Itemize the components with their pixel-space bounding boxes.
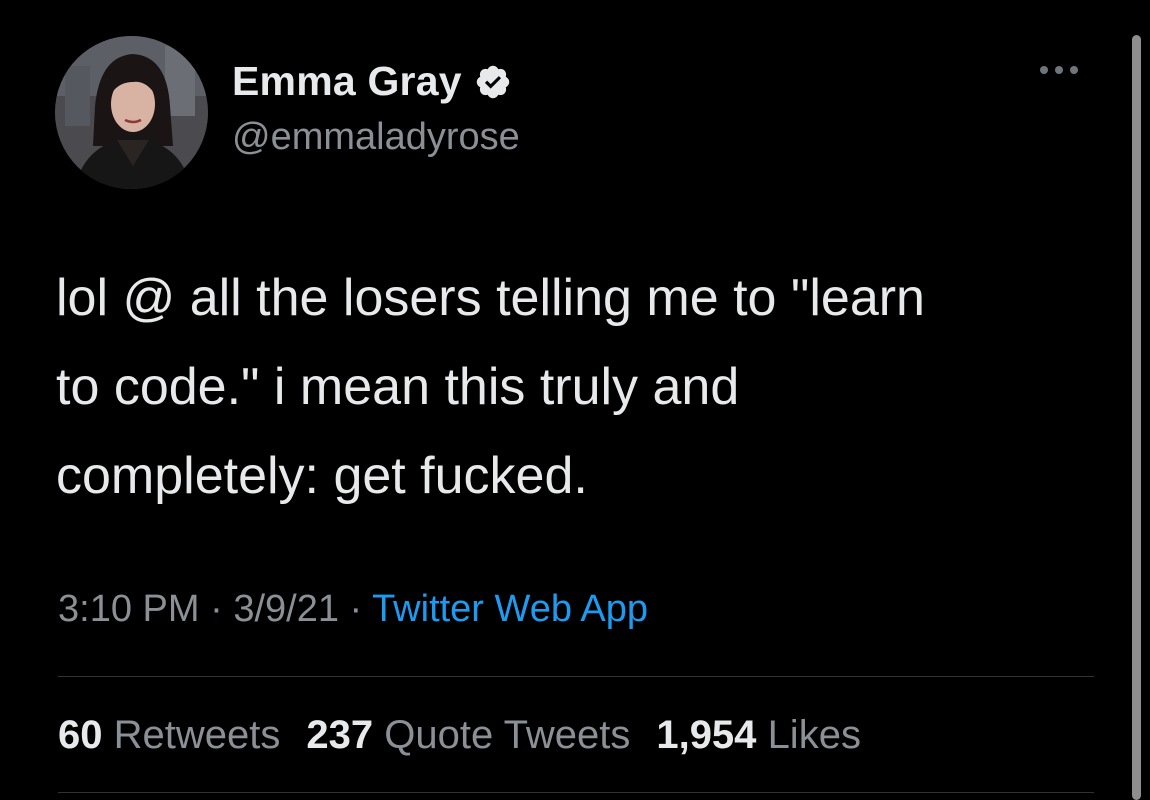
tweet-date[interactable]: 3/9/21 <box>233 588 339 630</box>
avatar[interactable] <box>55 36 208 189</box>
dot <box>1040 66 1048 74</box>
tweet-time[interactable]: 3:10 PM <box>58 588 200 630</box>
likes-count: 1,954 <box>656 713 757 757</box>
tweet-text-line: to code." i mean this truly and <box>56 358 740 416</box>
tweet-card: Emma Gray @emmaladyrose lol @ all the lo… <box>0 0 1150 800</box>
tweet-source-link[interactable]: Twitter Web App <box>372 588 648 630</box>
likes-stat[interactable]: 1,954 Likes <box>656 713 861 758</box>
divider <box>58 792 1094 793</box>
author-handle[interactable]: @emmaladyrose <box>232 116 520 159</box>
retweets-count: 60 <box>58 713 103 757</box>
likes-label: Likes <box>767 713 861 757</box>
quote-tweets-label: Quote Tweets <box>384 713 631 757</box>
retweets-stat[interactable]: 60 Retweets <box>58 713 280 758</box>
avatar-photo <box>55 36 208 189</box>
author-name-row[interactable]: Emma Gray <box>232 58 512 105</box>
tweet-meta: 3:10 PM · 3/9/21 · Twitter Web App <box>58 588 648 631</box>
more-options-icon[interactable] <box>1040 66 1078 74</box>
meta-separator: · <box>199 588 234 630</box>
author-display-name[interactable]: Emma Gray <box>232 58 462 105</box>
verified-badge-icon <box>476 65 509 98</box>
tweet-text: lol @ all the losers telling me to "lear… <box>56 254 1066 521</box>
scrollbar[interactable] <box>1132 35 1141 800</box>
dot <box>1055 66 1063 74</box>
quote-tweets-stat[interactable]: 237 Quote Tweets <box>306 713 630 758</box>
dot <box>1070 66 1078 74</box>
retweets-label: Retweets <box>113 713 281 757</box>
tweet-text-line: lol @ all the losers telling me to "lear… <box>56 269 925 327</box>
tweet-text-line: completely: get fucked. <box>56 447 588 505</box>
quote-tweets-count: 237 <box>306 713 374 757</box>
divider <box>58 676 1094 677</box>
tweet-stats: 60 Retweets 237 Quote Tweets 1,954 Likes <box>58 713 861 758</box>
meta-separator: · <box>338 588 373 630</box>
